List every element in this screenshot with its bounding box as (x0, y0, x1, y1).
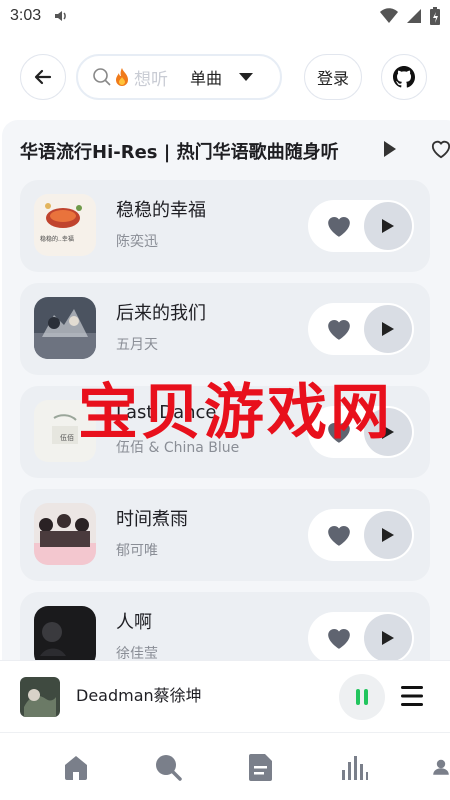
song-actions (308, 612, 414, 660)
song-cover: 伍佰 (34, 400, 96, 462)
now-playing-cover[interactable] (20, 677, 60, 717)
document-icon (249, 754, 272, 781)
back-button[interactable] (20, 54, 66, 100)
song-item[interactable]: 伍佰 Last Dance 伍佰 & China Blue (20, 386, 430, 478)
battery-icon (430, 7, 440, 25)
song-actions (308, 406, 414, 458)
tab-home[interactable] (60, 751, 92, 783)
play-icon (382, 528, 394, 542)
chart-icon (342, 756, 368, 780)
volume-icon (55, 11, 67, 21)
search-input[interactable]: 想听 (134, 65, 170, 90)
song-actions (308, 509, 414, 561)
status-time: 3:03 (10, 7, 42, 24)
search-icon (93, 68, 111, 86)
arrow-left-icon (34, 69, 52, 85)
now-playing-title[interactable]: Deadman蔡徐坤 (76, 682, 202, 706)
song-title: 时间煮雨 (116, 509, 188, 530)
wifi-icon (380, 8, 398, 23)
playlist-title: 华语流行Hi-Res | 热门华语歌曲随身听 (20, 142, 339, 163)
song-actions (308, 200, 414, 252)
heart-icon[interactable] (326, 420, 352, 444)
song-item[interactable]: 后来的我们 五月天 (20, 283, 430, 375)
song-artist[interactable]: 陈奕迅 (116, 231, 158, 251)
pause-icon (356, 689, 368, 705)
song-title: 稳稳的幸福 (116, 200, 206, 221)
song-artist[interactable]: 郁可唯 (116, 540, 158, 560)
github-icon (393, 66, 415, 88)
tab-profile[interactable] (432, 751, 450, 783)
song-title: 后来的我们 (116, 303, 206, 324)
pause-button[interactable] (339, 674, 385, 720)
song-actions (308, 303, 414, 355)
play-button[interactable] (364, 202, 412, 250)
tab-search[interactable] (152, 751, 184, 783)
cover-text: 伍佰 (60, 433, 74, 442)
play-all-icon[interactable] (383, 140, 397, 158)
heart-outline-icon[interactable] (430, 139, 450, 159)
heart-icon[interactable] (326, 214, 352, 238)
play-button[interactable] (364, 305, 412, 353)
search-type-select[interactable]: 单曲 (190, 65, 222, 89)
heart-icon[interactable] (326, 317, 352, 341)
song-cover (34, 503, 96, 565)
song-artist[interactable]: 伍佰 & China Blue (116, 437, 239, 457)
heart-icon[interactable] (326, 626, 352, 650)
playlist-menu-icon[interactable] (400, 685, 424, 707)
song-item[interactable]: 人啊 徐佳莹 (20, 592, 430, 660)
play-button[interactable] (364, 408, 412, 456)
song-cover: 稳稳的..幸福 (34, 194, 96, 256)
song-title: 人啊 (116, 612, 152, 633)
search-box[interactable]: 想听 单曲 (76, 54, 282, 100)
home-icon (65, 756, 87, 780)
song-cover (34, 297, 96, 359)
play-icon (382, 425, 394, 439)
bottom-tab-bar (0, 732, 450, 800)
user-icon (433, 759, 449, 775)
play-button[interactable] (364, 511, 412, 559)
play-icon (382, 322, 394, 336)
song-item[interactable]: 稳稳的..幸福 稳稳的幸福 陈奕迅 (20, 180, 430, 272)
mini-player[interactable]: Deadman蔡徐坤 (0, 660, 450, 732)
song-artist[interactable]: 徐佳莹 (116, 643, 158, 660)
github-button[interactable] (381, 54, 427, 100)
play-icon (382, 219, 394, 233)
song-artist[interactable]: 五月天 (116, 334, 158, 354)
cover-text: 稳稳的..幸福 (40, 235, 74, 243)
heart-icon[interactable] (326, 523, 352, 547)
status-bar: 3:03 (0, 0, 450, 32)
search-icon (156, 755, 182, 781)
chevron-down-icon[interactable] (238, 72, 254, 82)
signal-icon (407, 9, 421, 23)
song-item[interactable]: 时间煮雨 郁可唯 (20, 489, 430, 581)
tab-library[interactable] (245, 751, 277, 783)
play-button[interactable] (364, 614, 412, 660)
song-cover (34, 606, 96, 660)
fire-icon (116, 68, 128, 86)
login-button[interactable]: 登录 (304, 54, 362, 100)
top-bar: 想听 单曲 登录 (0, 54, 450, 100)
tab-charts[interactable] (338, 751, 370, 783)
play-icon (382, 631, 394, 645)
song-title: Last Dance (116, 402, 217, 423)
